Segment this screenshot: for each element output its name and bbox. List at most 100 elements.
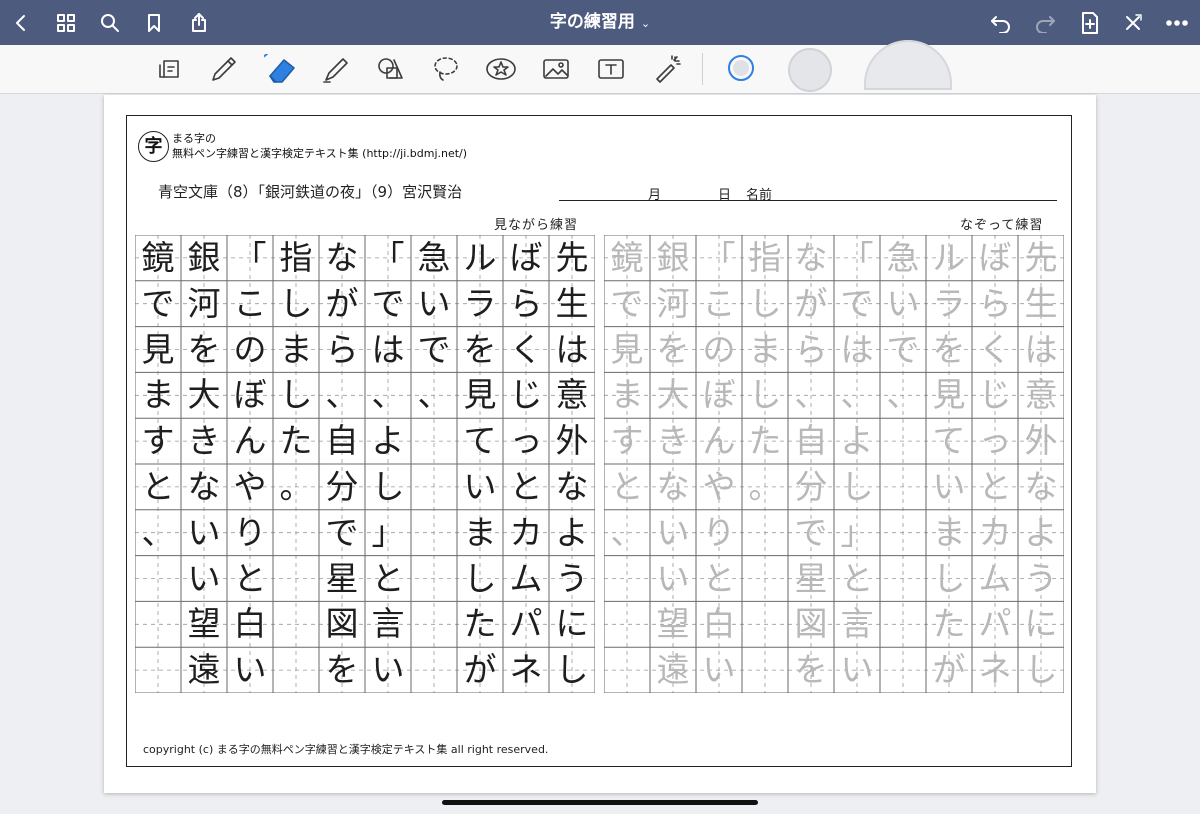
trace-cell[interactable]: 急 (880, 235, 926, 281)
trace-cell[interactable]: す (604, 418, 650, 464)
copy-cell[interactable]: い (227, 647, 273, 693)
document-title[interactable]: 字の練習用 ⌄ (0, 0, 1200, 45)
trace-cell[interactable]: 河 (650, 281, 696, 327)
trace-cell[interactable]: ん (696, 418, 742, 464)
copy-cell[interactable] (135, 556, 181, 602)
trace-cell[interactable] (880, 510, 926, 556)
copy-cell[interactable]: 図 (319, 601, 365, 647)
add-page-icon[interactable] (1073, 6, 1107, 40)
trace-cell[interactable]: し (834, 464, 880, 510)
trace-cell[interactable]: が (788, 281, 834, 327)
trace-cell[interactable]: ル (926, 235, 972, 281)
copy-cell[interactable]: 「 (227, 235, 273, 281)
trace-cell[interactable]: で (788, 510, 834, 556)
text-box-icon[interactable] (594, 52, 628, 86)
trace-cell[interactable]: い (650, 556, 696, 602)
trace-cell[interactable]: を (650, 327, 696, 373)
trace-cell[interactable]: く (972, 327, 1018, 373)
trace-cell[interactable]: で (604, 281, 650, 327)
trace-cell[interactable]: パ (972, 601, 1018, 647)
copy-cell[interactable]: 大 (181, 372, 227, 418)
copy-cell[interactable] (273, 556, 319, 602)
trace-cell[interactable]: 外 (1018, 418, 1064, 464)
trace-cell[interactable]: ま (742, 327, 788, 373)
redo-icon[interactable] (1028, 6, 1062, 40)
trace-cell[interactable]: な (788, 235, 834, 281)
copy-cell[interactable]: す (135, 418, 181, 464)
copy-cell[interactable]: 言 (365, 601, 411, 647)
copy-cell[interactable]: 星 (319, 556, 365, 602)
close-edit-icon[interactable] (1116, 6, 1150, 40)
copy-cell[interactable]: は (549, 327, 595, 373)
trace-cell[interactable]: 白 (696, 601, 742, 647)
trace-cell[interactable]: ネ (972, 647, 1018, 693)
trace-cell[interactable]: カ (972, 510, 1018, 556)
copy-cell[interactable]: 。 (273, 464, 319, 510)
copy-cell[interactable]: な (319, 235, 365, 281)
trace-cell[interactable]: ぼ (696, 372, 742, 418)
trace-cell[interactable]: ま (926, 510, 972, 556)
trace-cell[interactable]: 銀 (650, 235, 696, 281)
trace-cell[interactable]: し (742, 372, 788, 418)
copy-cell[interactable]: ま (457, 510, 503, 556)
laser-pointer-icon[interactable] (650, 52, 684, 86)
copy-cell[interactable]: 生 (549, 281, 595, 327)
copy-cell[interactable]: 河 (181, 281, 227, 327)
trace-cell[interactable]: ら (788, 327, 834, 373)
copy-cell[interactable]: な (549, 464, 595, 510)
trace-cell[interactable]: と (972, 464, 1018, 510)
trace-cell[interactable]: ム (972, 556, 1018, 602)
trace-cell[interactable]: で (880, 327, 926, 373)
copy-cell[interactable]: を (181, 327, 227, 373)
trace-cell[interactable]: 、 (834, 372, 880, 418)
copy-cell[interactable]: 先 (549, 235, 595, 281)
trace-cell[interactable]: っ (972, 418, 1018, 464)
trace-cell[interactable]: が (926, 647, 972, 693)
copy-cell[interactable]: ら (319, 327, 365, 373)
trace-cell[interactable]: 「 (696, 235, 742, 281)
copy-cell[interactable]: ル (457, 235, 503, 281)
page-mode-icon[interactable] (152, 52, 186, 86)
trace-cell[interactable]: い (834, 647, 880, 693)
trace-cell[interactable]: い (880, 281, 926, 327)
trace-cell[interactable]: じ (972, 372, 1018, 418)
copy-cell[interactable]: よ (365, 418, 411, 464)
copy-cell[interactable]: で (319, 510, 365, 556)
sticker-icon[interactable] (484, 52, 518, 86)
trace-cell[interactable]: を (926, 327, 972, 373)
copy-cell[interactable]: 自 (319, 418, 365, 464)
more-options-icon[interactable] (1160, 6, 1194, 40)
trace-cell[interactable]: 図 (788, 601, 834, 647)
trace-cell[interactable]: ラ (926, 281, 972, 327)
trace-cell[interactable]: な (650, 464, 696, 510)
copy-cell[interactable]: 見 (457, 372, 503, 418)
copy-cell[interactable]: で (411, 327, 457, 373)
trace-cell[interactable]: 生 (1018, 281, 1064, 327)
trace-cell[interactable]: き (650, 418, 696, 464)
copy-cell[interactable]: と (365, 556, 411, 602)
trace-cell[interactable]: に (1018, 601, 1064, 647)
trace-cell[interactable]: と (604, 464, 650, 510)
trace-cell[interactable]: て (926, 418, 972, 464)
copy-cell[interactable]: と (135, 464, 181, 510)
trace-cell[interactable]: 言 (834, 601, 880, 647)
trace-cell[interactable]: し (1018, 647, 1064, 693)
copy-cell[interactable]: な (181, 464, 227, 510)
copy-cell[interactable]: 「 (365, 235, 411, 281)
copy-cell[interactable] (135, 647, 181, 693)
eraser-icon[interactable] (264, 52, 298, 86)
copy-cell[interactable]: く (503, 327, 549, 373)
copy-cell[interactable]: し (273, 372, 319, 418)
copy-cell[interactable]: は (365, 327, 411, 373)
copy-cell[interactable]: 急 (411, 235, 457, 281)
copy-cell[interactable]: ま (135, 372, 181, 418)
copy-cell[interactable]: 分 (319, 464, 365, 510)
copy-cell[interactable]: い (457, 464, 503, 510)
copy-cell[interactable]: っ (503, 418, 549, 464)
trace-cell[interactable]: よ (1018, 510, 1064, 556)
trace-cell[interactable]: 分 (788, 464, 834, 510)
size-medium-option[interactable] (788, 48, 832, 92)
trace-cell[interactable]: 意 (1018, 372, 1064, 418)
copy-cell[interactable]: 」 (365, 510, 411, 556)
trace-cell[interactable]: 、 (604, 510, 650, 556)
